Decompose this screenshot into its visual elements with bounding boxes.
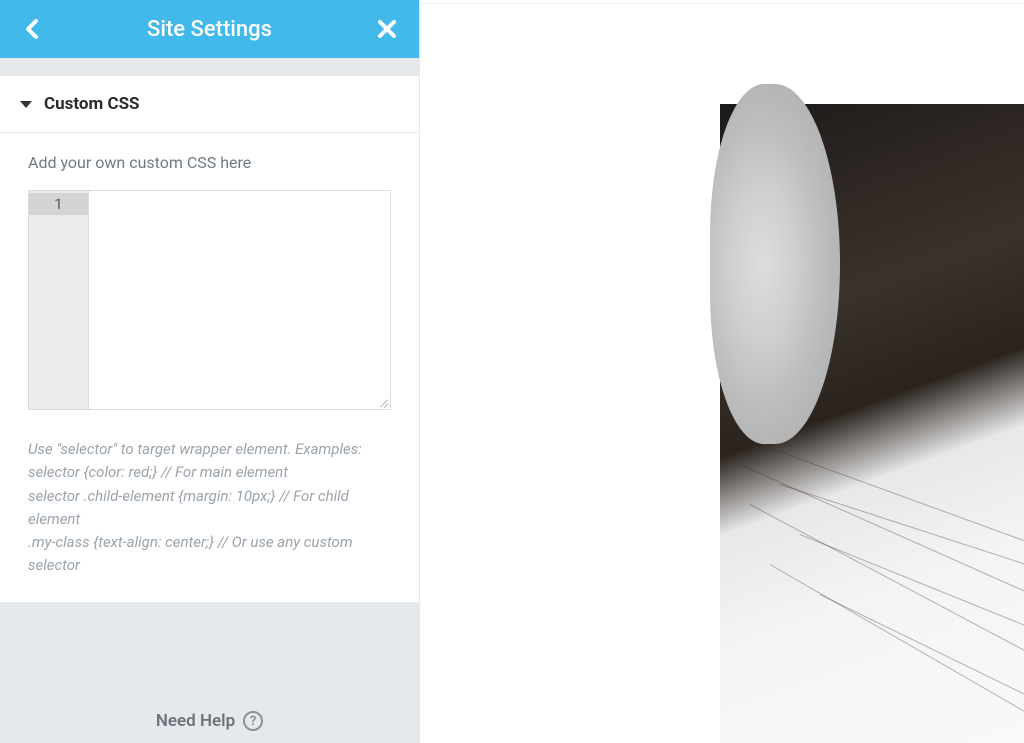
section-body: Add your own custom CSS here 1 Use "sele… [0,133,419,602]
close-icon [376,18,398,40]
need-help-label: Need Help [156,711,235,731]
sidebar-footer: Need Help ? [0,602,419,743]
need-help-link[interactable]: Need Help ? [156,711,263,731]
settings-sidebar: Site Settings Custom CSS Add your own cu… [0,0,420,743]
code-textarea[interactable] [89,191,390,409]
field-label-custom-css: Add your own custom CSS here [28,153,391,172]
help-icon: ? [243,711,263,731]
help-text: Use "selector" to target wrapper element… [28,438,391,578]
section-title: Custom CSS [44,94,140,114]
sidebar-header: Site Settings [0,0,419,58]
chevron-left-icon [23,17,41,41]
line-number: 1 [29,193,88,215]
css-code-editor[interactable]: 1 [28,190,391,410]
preview-image [720,104,1024,743]
code-gutter: 1 [29,191,89,409]
divider-band [0,58,419,76]
back-button[interactable] [18,15,46,43]
resize-handle-icon[interactable] [378,397,388,407]
caret-down-icon [20,101,32,108]
section-toggle-custom-css[interactable]: Custom CSS [0,76,419,133]
preview-canvas[interactable] [420,4,1024,743]
close-button[interactable] [373,15,401,43]
panel-title: Site Settings [46,17,373,42]
